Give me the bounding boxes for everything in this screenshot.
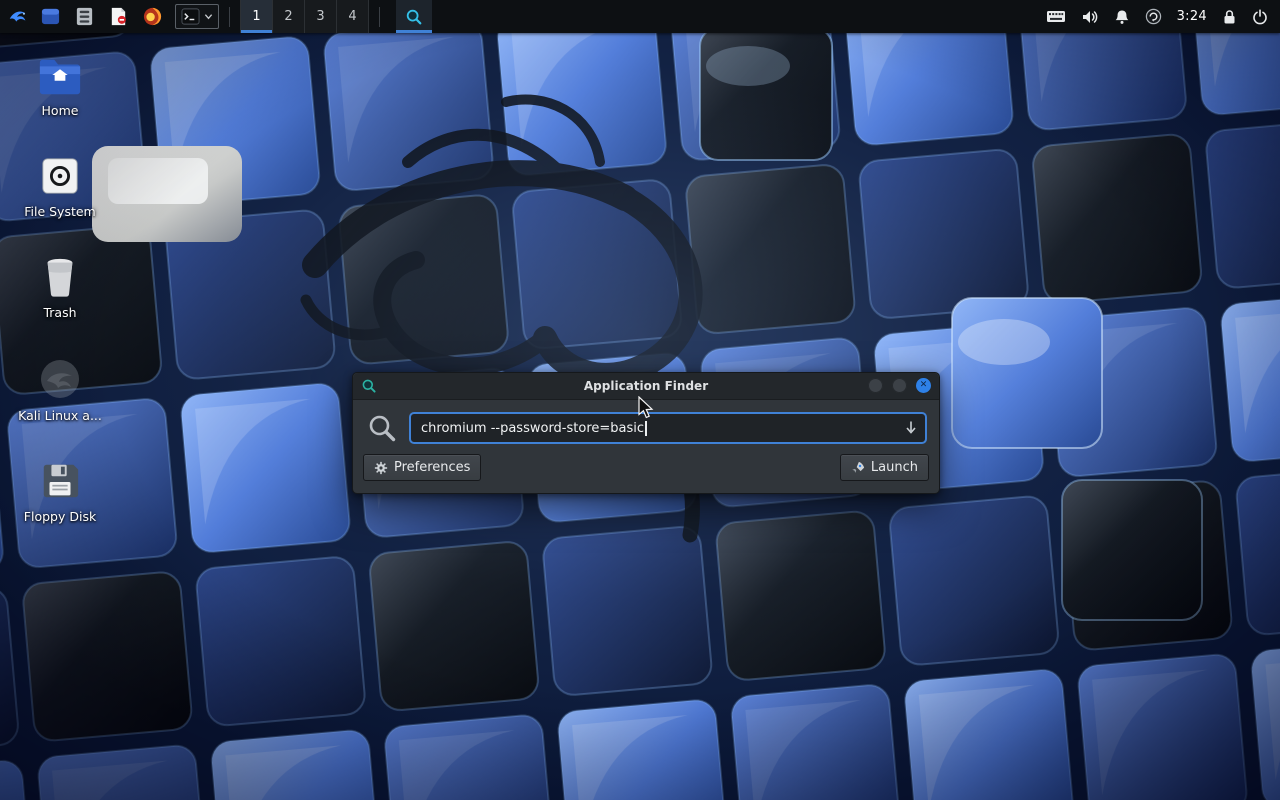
panel-separator-2 bbox=[379, 7, 380, 27]
application-finder-task-icon bbox=[405, 8, 423, 26]
window-controls: ✕ bbox=[868, 378, 931, 393]
gear-icon bbox=[374, 461, 388, 475]
desktop-icon-trash[interactable]: Trash bbox=[12, 256, 108, 320]
floppy-disk-icon bbox=[39, 460, 81, 502]
workspace-4[interactable]: 4 bbox=[336, 0, 369, 33]
desktop-icon-label: Home bbox=[42, 103, 79, 118]
notifications-bell-icon[interactable] bbox=[1114, 9, 1130, 25]
titlebar[interactable]: Application Finder ✕ bbox=[353, 373, 939, 400]
home-folder-icon bbox=[37, 56, 83, 96]
trash-icon bbox=[40, 256, 80, 298]
command-input[interactable]: chromium --password-store=basic bbox=[409, 412, 927, 444]
system-tray: 3:24 bbox=[1046, 8, 1280, 25]
kali-docs-icon bbox=[38, 357, 82, 401]
clock[interactable]: 3:24 bbox=[1177, 9, 1207, 24]
workspace-1[interactable]: 1 bbox=[240, 0, 272, 33]
file-manager-icon[interactable] bbox=[40, 6, 61, 27]
top-panel: 1 2 3 4 bbox=[0, 0, 1280, 33]
text-editor-icon[interactable] bbox=[108, 6, 129, 27]
preferences-button[interactable]: Preferences bbox=[363, 454, 481, 481]
file-system-drive-icon bbox=[39, 155, 81, 197]
panel-separator bbox=[229, 7, 230, 27]
terminal-launcher-dropdown[interactable] bbox=[175, 4, 219, 29]
firefox-icon[interactable] bbox=[142, 6, 163, 27]
text-caret bbox=[645, 421, 647, 436]
desktop-icon-label: Trash bbox=[43, 305, 76, 320]
workspace-2[interactable]: 2 bbox=[272, 0, 304, 33]
maximize-button[interactable] bbox=[892, 378, 907, 393]
workspace-3[interactable]: 3 bbox=[304, 0, 336, 33]
workspace-switcher: 1 2 3 4 bbox=[240, 0, 369, 33]
updates-icon[interactable] bbox=[1145, 8, 1162, 25]
button-row: Preferences Launch bbox=[353, 454, 939, 493]
launch-rocket-icon bbox=[851, 461, 865, 475]
desktop-icon-home[interactable]: Home bbox=[12, 56, 108, 118]
desktop-icon-file-system[interactable]: File System bbox=[12, 155, 108, 219]
desktop-icon-label: Floppy Disk bbox=[24, 509, 96, 524]
preferences-label: Preferences bbox=[394, 460, 470, 475]
launch-button[interactable]: Launch bbox=[840, 454, 929, 481]
desktop-icon-floppy-disk[interactable]: Floppy Disk bbox=[12, 460, 108, 524]
panel-launchers bbox=[40, 6, 163, 27]
command-text: chromium --password-store=basic bbox=[421, 421, 644, 436]
terminal-icon bbox=[181, 7, 200, 26]
desktop-icon-label: Kali Linux a... bbox=[18, 408, 102, 423]
taskbar-application-finder-button[interactable] bbox=[396, 0, 432, 33]
screen-lock-icon[interactable] bbox=[1222, 9, 1237, 25]
kali-menu-icon bbox=[7, 6, 29, 28]
file-cabinet-icon[interactable] bbox=[74, 6, 95, 27]
applications-menu-button[interactable] bbox=[0, 0, 36, 33]
history-dropdown-arrow-icon[interactable] bbox=[904, 420, 918, 435]
search-row: chromium --password-store=basic bbox=[353, 400, 939, 454]
window-title: Application Finder bbox=[353, 379, 939, 393]
power-icon[interactable] bbox=[1252, 9, 1268, 25]
chevron-down-icon bbox=[204, 12, 213, 21]
desktop-icon-label: File System bbox=[24, 204, 96, 219]
desktop-icon-column: Home File System Trash Kali Linux a bbox=[12, 56, 108, 524]
search-icon bbox=[367, 413, 397, 443]
volume-icon[interactable] bbox=[1081, 9, 1099, 25]
launch-label: Launch bbox=[871, 460, 918, 475]
close-button[interactable]: ✕ bbox=[916, 378, 931, 393]
desktop: 1 2 3 4 bbox=[0, 0, 1280, 800]
application-finder-window-icon bbox=[361, 378, 377, 394]
desktop-icon-kali-linux[interactable]: Kali Linux a... bbox=[12, 357, 108, 423]
minimize-button[interactable] bbox=[868, 378, 883, 393]
application-finder-window: Application Finder ✕ chromium --password… bbox=[352, 372, 940, 494]
keyboard-icon[interactable] bbox=[1046, 9, 1066, 24]
